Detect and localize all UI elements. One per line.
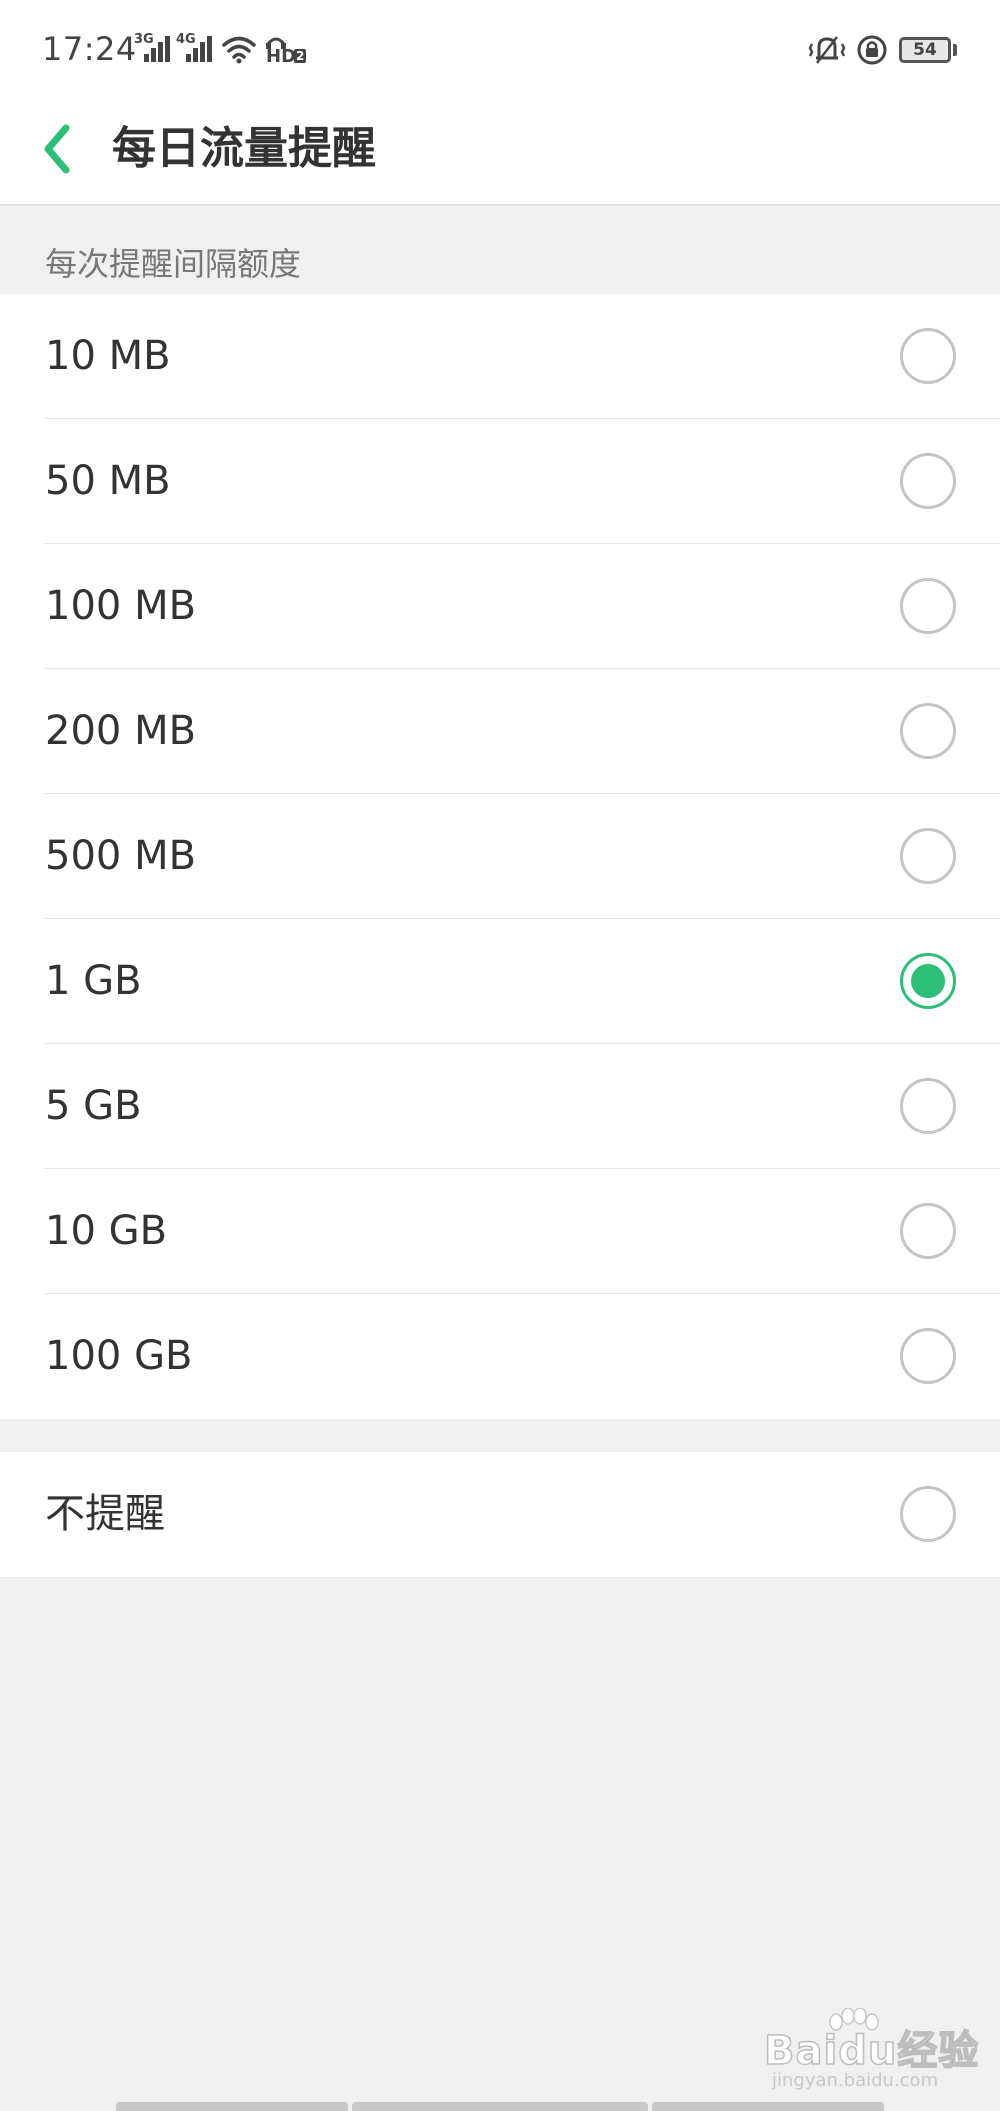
title-bar: 每日流量提醒: [0, 100, 1000, 206]
radio-button[interactable]: [900, 1328, 956, 1384]
signal-icon-2: 4G: [176, 32, 212, 62]
option-label: 50 MB: [45, 458, 171, 504]
option-label: 100 GB: [45, 1333, 193, 1379]
nav-bar-segment: [116, 2102, 348, 2111]
no-reminder-section: 不提醒: [0, 1452, 1000, 1577]
baidu-watermark: Baidu经验 jingyan.baidu.com: [763, 2008, 984, 2098]
option-label: 200 MB: [45, 708, 197, 754]
radio-button[interactable]: [900, 328, 956, 384]
option-row-100gb[interactable]: 100 GB: [0, 1294, 1000, 1419]
rotation-lock-icon: [857, 35, 887, 65]
status-bar: 17:24 3G 4G HD 2 54: [0, 0, 1000, 100]
back-button[interactable]: [36, 118, 80, 180]
option-label: 10 GB: [45, 1208, 168, 1254]
option-row-200mb[interactable]: 200 MB: [0, 669, 1000, 794]
hd-sub-label: 2: [294, 49, 307, 63]
option-row-50mb[interactable]: 50 MB: [0, 419, 1000, 544]
option-row-10gb[interactable]: 10 GB: [0, 1169, 1000, 1294]
radio-button[interactable]: [900, 703, 956, 759]
network-type-label: 3G: [134, 32, 154, 47]
option-row-5gb[interactable]: 5 GB: [0, 1044, 1000, 1169]
vibrate-icon: [808, 36, 846, 64]
option-row-no-reminder[interactable]: 不提醒: [0, 1452, 1000, 1577]
radio-button[interactable]: [900, 578, 956, 634]
option-row-10mb[interactable]: 10 MB: [0, 294, 1000, 419]
watermark-logo: Baidu经验: [763, 2027, 980, 2075]
radio-button[interactable]: [900, 1078, 956, 1134]
nav-bar-segment: [352, 2102, 648, 2111]
option-row-1gb[interactable]: 1 GB: [0, 919, 1000, 1044]
radio-button[interactable]: [900, 828, 956, 884]
option-label: 不提醒: [45, 1491, 165, 1537]
option-label: 10 MB: [45, 333, 171, 379]
hd-voice-icon: HD 2: [264, 34, 312, 72]
radio-button[interactable]: [900, 1203, 956, 1259]
section-header: 每次提醒间隔额度: [45, 245, 302, 283]
radio-button-selected[interactable]: [900, 953, 956, 1009]
option-row-100mb[interactable]: 100 MB: [0, 544, 1000, 669]
option-label: 1 GB: [45, 958, 142, 1004]
option-list: 10 MB 50 MB 100 MB 200 MB 500 MB 1 GB 5 …: [0, 294, 1000, 1419]
option-label: 100 MB: [45, 583, 197, 629]
hd-label: HD: [266, 46, 297, 67]
nav-bar-segment: [652, 2102, 884, 2111]
option-label: 500 MB: [45, 833, 197, 879]
option-label: 5 GB: [45, 1083, 142, 1129]
chevron-left-icon: [44, 124, 70, 174]
battery-icon: 54: [899, 37, 951, 63]
page-title: 每日流量提醒: [112, 123, 376, 174]
option-row-500mb[interactable]: 500 MB: [0, 794, 1000, 919]
radio-button[interactable]: [900, 453, 956, 509]
radio-dot: [911, 964, 945, 998]
watermark-url: jingyan.baidu.com: [772, 2070, 939, 2091]
signal-icon-1: 3G: [134, 32, 170, 62]
network-type-label: 4G: [176, 32, 196, 47]
battery-tip: [953, 44, 957, 56]
radio-button[interactable]: [900, 1486, 956, 1542]
wifi-icon: [222, 36, 256, 64]
status-time: 17:24: [42, 30, 137, 68]
